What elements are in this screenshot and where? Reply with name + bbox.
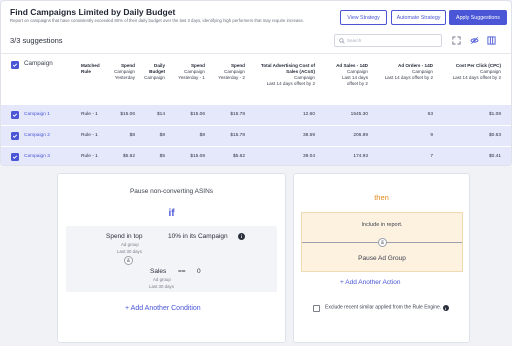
condition-2-operator[interactable]: == [178, 268, 186, 275]
campaign-link[interactable]: Campaign 1 [24, 112, 50, 117]
col-cpc[interactable]: Cost Per Click (CPC) Campaign Last 14 days… [435, 63, 501, 81]
condition-1-period: Last 30 days [117, 249, 142, 254]
cpc-cell: $1.08 [488, 112, 501, 117]
spend-y2-cell: $5.62 [232, 154, 245, 159]
table-row[interactable]: Campaign 2 Rule - 1 $8 $8 $8 $15.78 38.5… [1, 125, 511, 146]
page-subtitle: Report on campaigns that have consistent… [10, 18, 305, 23]
col-ad-orders[interactable]: Ad Orders - 14D Campaign Last 14 days offs… [365, 63, 433, 81]
view-strategy-button[interactable]: View Strategy [340, 10, 387, 25]
rule-cell: Rule - 1 [81, 133, 98, 138]
suggestions-card: Find Campaigns Limited by Daily Budget R… [0, 0, 512, 166]
sales-cell: 1545.30 [350, 112, 368, 117]
automate-strategy-button[interactable]: Automate Strategy [391, 10, 446, 25]
action-group: Include in report. & Pause Ad Group [301, 212, 463, 272]
col-spend-yesterday-2[interactable]: Spend Campaign Yesterday - 2 [207, 63, 245, 81]
table-header: Campaign Matched Rule Spend Campaign Yester… [1, 57, 511, 101]
acos-cell: 38.59 [302, 133, 315, 138]
orders-cell: 63 [427, 112, 433, 117]
action-1[interactable]: Include in report. [302, 222, 462, 228]
exclude-label: Exclude recent similar applied from the … [325, 304, 465, 312]
spend-y1-cell: $8 [199, 133, 205, 138]
select-all-checkbox[interactable] [11, 61, 19, 69]
row-checkbox[interactable] [11, 153, 19, 161]
acos-cell: 12.60 [302, 112, 315, 117]
col-daily-budget[interactable]: Daily Budget Campaign [133, 63, 165, 81]
info-icon[interactable]: i [442, 305, 449, 311]
col-matched-rule[interactable]: Matched Rule [81, 63, 100, 75]
action-card: then Include in report. & Pause Ad Group… [293, 173, 470, 343]
orders-cell: 9 [430, 133, 433, 138]
budget-cell: $5 [159, 154, 165, 159]
rule-title[interactable]: Pause non-converting ASINs [58, 188, 285, 195]
add-action-link[interactable]: + Add Another Action [340, 279, 401, 286]
condition-2-period: Last 30 days [149, 284, 174, 289]
apply-suggestions-button[interactable]: Apply Suggestions [449, 10, 507, 25]
spend-yesterday-cell: $5.62 [122, 154, 135, 159]
condition-1-metric[interactable]: Spend in top [106, 233, 143, 240]
add-condition-link[interactable]: + Add Another Condition [125, 305, 201, 312]
rule-cell: Rule - 1 [81, 112, 98, 117]
suggestion-count: 3/3 suggestions [10, 36, 63, 45]
budget-cell: $8 [159, 133, 165, 138]
orders-cell: 7 [430, 154, 433, 159]
then-label: then [374, 193, 389, 202]
exclude-checkbox[interactable] [313, 305, 320, 312]
columns-icon[interactable] [486, 35, 496, 45]
campaign-link[interactable]: Campaign 2 [24, 133, 50, 138]
budget-cell: $14 [156, 112, 165, 117]
col-campaign[interactable]: Campaign [24, 60, 53, 67]
spend-yesterday-cell: $15.06 [120, 112, 135, 117]
condition-2-scope: Ad group [153, 277, 171, 282]
search-icon [339, 37, 345, 44]
spend-y1-cell: $15.08 [190, 154, 205, 159]
campaign-link[interactable]: Campaign 3 [24, 154, 50, 159]
cpc-cell: $0.41 [488, 154, 501, 159]
spend-y1-cell: $15.06 [190, 112, 205, 117]
header-divider [1, 53, 511, 54]
spend-y2-cell: $15.78 [230, 133, 245, 138]
condition-1-value[interactable]: 10% in its Campaign [168, 233, 228, 240]
col-ad-sales[interactable]: Ad Sales - 14D Campaign Last 14 days offset… [321, 63, 368, 87]
col-acos[interactable]: Total Advertising Cost of Sales (ACoS) Cam… [245, 63, 315, 87]
spend-y2-cell: $15.78 [230, 112, 245, 117]
if-label: if [168, 208, 175, 219]
rule-cell: Rule - 1 [81, 154, 98, 159]
search-placeholder: Search [347, 38, 362, 43]
sales-cell: 174.93 [353, 154, 368, 159]
spend-yesterday-cell: $8 [129, 133, 135, 138]
action-2[interactable]: Pause Ad Group [302, 255, 462, 262]
eye-off-icon[interactable] [469, 35, 479, 45]
and-connector: & [124, 256, 133, 265]
condition-card: Pause non-converting ASINs if Spend in t… [57, 173, 286, 343]
expand-icon[interactable] [451, 35, 461, 45]
row-checkbox[interactable] [11, 132, 19, 140]
cpc-cell: $0.63 [488, 133, 501, 138]
sales-cell: 206.89 [353, 133, 368, 138]
acos-cell: 39.04 [302, 154, 315, 159]
table-row[interactable]: Campaign 1 Rule - 1 $15.06 $14 $15.06 $1… [1, 104, 511, 125]
table-row[interactable]: Campaign 3 Rule - 1 $5.62 $5 $15.08 $5.6… [1, 146, 511, 165]
condition-2-value[interactable]: 0 [197, 268, 201, 275]
row-checkbox[interactable] [11, 111, 19, 119]
condition-1-scope: Ad group [121, 242, 139, 247]
page-title: Find Campaigns Limited by Daily Budget [10, 7, 176, 17]
col-spend-yesterday-1[interactable]: Spend Campaign Yesterday - 1 [167, 63, 205, 81]
col-spend-yesterday[interactable]: Spend Campaign Yesterday [101, 63, 135, 81]
search-input[interactable]: Search [334, 34, 442, 47]
and-connector: & [378, 238, 387, 247]
info-icon[interactable]: i [238, 233, 245, 240]
condition-2-metric[interactable]: Sales [150, 268, 166, 275]
condition-group: Spend in top Ad group Last 30 days 10% i… [66, 226, 277, 292]
